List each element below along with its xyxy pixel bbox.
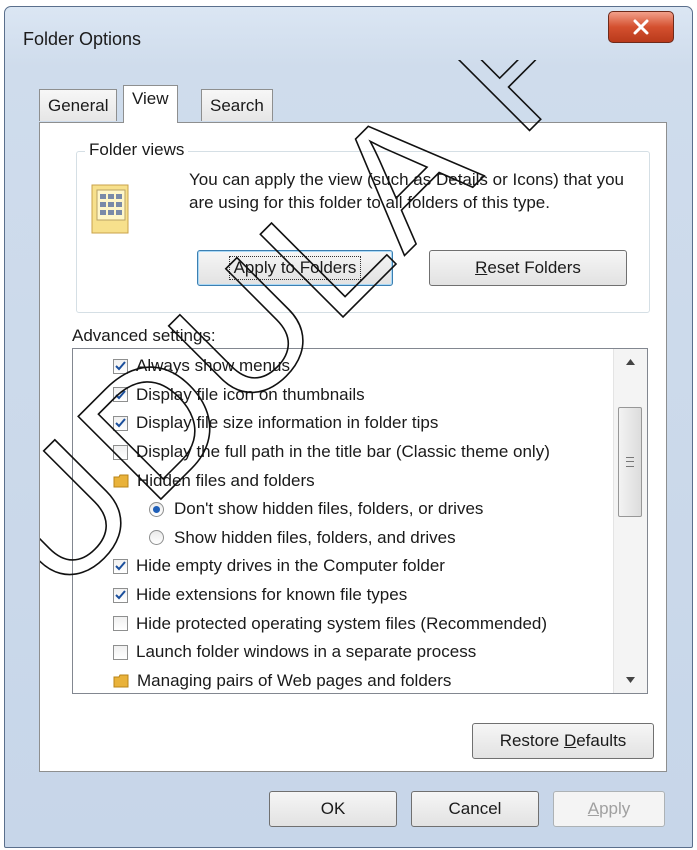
checkmark-icon — [115, 561, 126, 571]
advanced-settings-label: Advanced settings: — [72, 326, 216, 345]
scroll-up-arrow-icon — [626, 359, 635, 365]
folder-view-icon — [91, 184, 129, 234]
list-item[interactable]: Hide extensions for known file types — [73, 581, 613, 610]
item-label: Display file icon on thumbnails — [136, 384, 365, 404]
folder-views-group: Folder views You can apply the view (suc… — [76, 140, 650, 313]
list-item[interactable]: Hide protected operating system files (R… — [73, 609, 613, 638]
folder-views-description: You can apply the view (such as Details … — [189, 170, 624, 212]
checkbox[interactable] — [113, 415, 128, 431]
apply-to-folders-label: Apply to Folders — [228, 256, 362, 280]
item-label: Display file size information in folder … — [136, 413, 439, 433]
checkbox[interactable] — [113, 444, 128, 460]
checkmark-icon — [115, 418, 126, 428]
item-label: Always show menus — [136, 356, 291, 376]
tab-view[interactable]: View — [123, 85, 178, 123]
tab-general[interactable]: General — [39, 89, 118, 121]
list-item[interactable]: Always show menus — [73, 352, 613, 381]
checkbox[interactable] — [113, 358, 128, 374]
apply-to-folders-button[interactable]: Apply to Folders — [197, 250, 393, 286]
list-item[interactable]: Display the full path in the title bar (… — [73, 438, 613, 467]
folder-options-window: Folder Options General View Search Folde… — [4, 6, 693, 848]
item-label: Show hidden files, folders, and drives — [174, 527, 456, 547]
checkmark-icon — [115, 590, 126, 600]
item-label: Launch folder windows in a separate proc… — [136, 642, 477, 662]
scroll-grip-icon — [626, 457, 634, 467]
close-icon — [633, 19, 649, 35]
item-label: Hide empty drives in the Computer folder — [136, 556, 445, 576]
radio-button[interactable] — [149, 501, 164, 517]
vertical-scrollbar[interactable] — [613, 349, 647, 693]
reset-folders-button[interactable]: Reset Folders — [429, 250, 627, 286]
radio-dot — [153, 505, 160, 513]
list-item[interactable]: Display file icon on thumbnails — [73, 381, 613, 410]
advanced-settings-list[interactable]: Always show menus Display file icon on t… — [72, 348, 648, 694]
item-label: Display the full path in the title bar (… — [136, 442, 550, 462]
checkbox[interactable] — [113, 616, 128, 632]
scroll-up-button[interactable] — [614, 349, 647, 375]
folder-icon — [113, 474, 129, 488]
checkmark-icon — [115, 361, 126, 371]
item-label: Managing pairs of Web pages and folders — [137, 670, 452, 690]
advanced-settings-rows: Always show menus Display file icon on t… — [73, 352, 613, 693]
list-item[interactable]: Hide empty drives in the Computer folder — [73, 552, 613, 581]
list-group-header: Hidden files and folders — [73, 466, 613, 495]
list-item[interactable]: Display file size information in folder … — [73, 409, 613, 438]
checkbox[interactable] — [113, 387, 128, 403]
scroll-thumb[interactable] — [618, 407, 642, 517]
reset-folders-label: Reset Folders — [475, 258, 581, 277]
item-label: Don't show hidden files, folders, or dri… — [174, 499, 484, 519]
restore-defaults-button[interactable]: Restore Defaults — [472, 723, 654, 759]
tab-search[interactable]: Search — [201, 89, 273, 121]
apply-label: Apply — [587, 799, 631, 818]
window-title: Folder Options — [23, 29, 142, 49]
radio-button[interactable] — [149, 530, 164, 546]
list-item[interactable]: Show hidden files, folders, and drives — [73, 524, 613, 553]
item-label: Hidden files and folders — [137, 470, 315, 490]
checkbox[interactable] — [113, 644, 128, 660]
item-label: Hide extensions for known file types — [136, 585, 408, 605]
list-group-header: Managing pairs of Web pages and folders — [73, 667, 613, 693]
item-label: Hide protected operating system files (R… — [136, 613, 548, 633]
cancel-button[interactable]: Cancel — [411, 791, 539, 827]
checkmark-icon — [115, 390, 126, 400]
checkbox[interactable] — [113, 558, 128, 574]
scroll-down-button[interactable] — [614, 667, 647, 693]
restore-defaults-label: Restore Defaults — [499, 731, 627, 750]
close-button[interactable] — [608, 11, 674, 43]
list-item[interactable]: Don't show hidden files, folders, or dri… — [73, 495, 613, 524]
checkbox[interactable] — [113, 587, 128, 603]
folder-views-legend: Folder views — [85, 140, 189, 160]
view-tab-panel: Folder views You can apply the view (suc… — [39, 122, 667, 772]
list-item[interactable]: Launch folder windows in a separate proc… — [73, 638, 613, 667]
scroll-down-arrow-icon — [626, 677, 635, 683]
folder-icon — [113, 674, 129, 688]
ok-button[interactable]: OK — [269, 791, 397, 827]
apply-button[interactable]: Apply — [553, 791, 665, 827]
